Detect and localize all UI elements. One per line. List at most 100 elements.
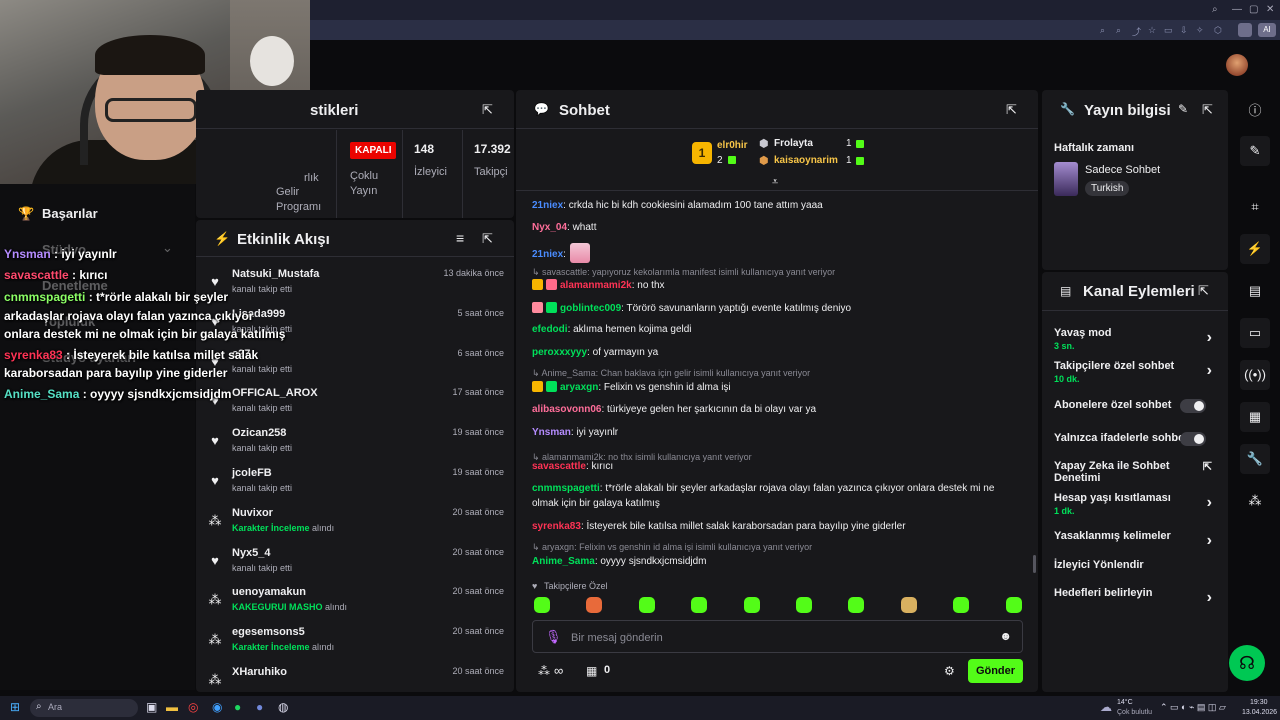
chat-username[interactable]: Anime_Sama [532,556,595,567]
activity-row[interactable]: ♥ OFFICAL_AROX kanalı takip etti 17 saat ön… [208,387,508,427]
emote-icon[interactable] [1005,597,1022,613]
chat-username[interactable]: peroxxxyyy [532,347,587,358]
popout-icon[interactable]: ⇱ [482,102,493,118]
download-icon[interactable]: ⇩ [1180,25,1188,36]
activity-username[interactable]: uenoyamakun [232,586,306,598]
chevron-right-icon[interactable]: › [1207,362,1212,380]
emote-icon[interactable] [953,597,970,613]
popout-icon[interactable]: ⇱ [1202,102,1213,118]
extension-badge-icon[interactable] [1238,23,1252,37]
chat-username[interactable]: Nyx_04 [532,222,567,233]
chat-message[interactable]: syrenka83: İsteyerek bile katılsa millet… [532,521,906,532]
chat-message[interactable]: alibasovonn06: türkiyeye gelen her şarkı… [532,404,816,415]
bookmark-icon[interactable]: ☆ [1148,25,1156,36]
channel-action-item[interactable]: Abonelere özel sohbet [1054,399,1218,413]
popout-icon[interactable]: ⇱ [1006,102,1017,118]
broadcast-icon[interactable]: ((•)) [1240,360,1270,390]
chat-message[interactable]: aryaxgn: Felixin vs genshin id alma işi [532,381,731,393]
emote-icon[interactable] [796,597,812,613]
chat-message[interactable]: 21niex: [532,243,590,263]
activity-row[interactable]: ♥ Natsuki_Mustafa kanalı takip etti 13 daki… [208,268,508,308]
chat-username[interactable]: efedodi [532,324,568,335]
chat-scrollbar[interactable] [1033,555,1036,573]
chevron-down-icon[interactable]: ⌄ [162,240,173,256]
chat-message[interactable]: alamanmami2k: no thx [532,279,665,291]
leader-second-name[interactable]: Frolayta [774,138,813,149]
channel-action-item[interactable]: Yapay Zeka ile Sohbet Denetimi ⇱ [1054,460,1218,484]
toggle-switch[interactable] [1180,432,1206,446]
sidebar-item-achievements[interactable]: Başarılar [42,206,98,221]
emote-icon[interactable] [691,597,708,613]
kicks-icon[interactable]: ⁂ [1240,486,1270,516]
leader-third-name[interactable]: kaisaoynarim [774,155,838,166]
opera-icon[interactable]: ◎ [188,700,198,714]
translate-icon[interactable]: ⌕ [1116,25,1121,36]
activity-username[interactable]: Nuvixor [232,507,273,519]
kicks-icon[interactable]: ⁂ [538,664,550,678]
discord-icon[interactable]: ● [256,700,263,714]
channel-action-item[interactable]: İzleyici Yönlendir [1054,559,1218,571]
chevron-right-icon[interactable]: › [1207,494,1212,512]
category-thumbnail[interactable] [1054,162,1078,196]
chat-username[interactable]: cnmmspagetti [532,483,600,494]
emote-icon[interactable] [848,597,865,613]
activity-username[interactable]: Natsuki_Mustafa [232,268,319,280]
ai-icon[interactable]: AI [1258,23,1276,37]
activity-username[interactable]: Nyx5_4 [232,547,271,559]
chat-message[interactable]: peroxxxyyy: of yarmayın ya [532,347,658,358]
chat-username[interactable]: syrenka83 [532,521,581,532]
channel-action-item[interactable]: Yasaklanmış kelimeler › [1054,530,1218,549]
maximize-icon[interactable]: ▢ [1249,4,1258,15]
channel-action-item[interactable]: Takipçilere özel sohbet 10 dk. › [1054,360,1218,384]
popout-icon[interactable]: ⇱ [1198,283,1209,299]
tray-icons[interactable]: ⌃ ▭ ◐ ⌁ ▤ ◫ ▱ [1160,702,1226,713]
chat-username[interactable]: savascattle [532,461,586,472]
chat-input-box[interactable]: 🎙 Bir mesaj gönderin ☻ [532,620,1023,653]
zoom-icon[interactable]: ⌕ [1100,25,1105,36]
chat-username[interactable]: goblintec009 [560,303,621,314]
extension-icon[interactable]: ⬡ [1214,25,1222,36]
file-explorer-icon[interactable]: ▬ [166,700,178,714]
chat-message[interactable]: goblintec009: Törörö savunanların yaptığ… [532,302,851,314]
emote-icon[interactable] [638,597,655,613]
activity-row[interactable]: ⁂ Nuvixor Karakter İnceleme alındı 20 saat … [208,507,508,547]
spotify-icon[interactable]: ● [234,700,241,714]
channel-actions-icon[interactable]: ▦ [1240,402,1270,432]
emote-icon[interactable] [900,597,917,613]
taskbar-search-input[interactable]: Ara [48,702,62,712]
chevron-right-icon[interactable]: › [1207,589,1212,607]
activity-row[interactable]: ♥ Ozican258 kanalı takip etti 19 saat önce [208,427,508,467]
close-icon[interactable]: ✕ [1266,4,1274,15]
emote-icon[interactable] [743,597,760,613]
microphone-icon[interactable]: 🎙 [545,629,562,645]
extensions-icon[interactable]: ✧ [1196,25,1204,36]
activity-username[interactable]: OFFICAL_AROX [232,387,318,399]
share-icon[interactable]: ⤴ [1132,25,1141,38]
chat-username[interactable]: 21niex [532,249,563,260]
filter-icon[interactable]: ≡ [456,230,464,246]
avatar[interactable] [1226,54,1248,76]
start-icon[interactable]: ⊞ [10,700,20,714]
activity-username[interactable]: XHaruhiko [232,666,287,678]
pencil-icon[interactable]: ✎ [1240,136,1270,166]
taskbar-search[interactable]: ⌕ Ara [30,699,138,717]
browser-icon[interactable]: ◉ [212,700,222,714]
chat-bubble-icon[interactable]: ▭ [1240,318,1270,348]
pencil-icon[interactable]: ✎ [1178,102,1188,116]
minimize-icon[interactable]: — [1232,4,1242,15]
activity-row[interactable]: ⁂ egesemsons5 Karakter İnceleme alındı 20 s… [208,626,508,666]
chat-message[interactable]: savascattle: kırıcı [532,461,613,472]
channel-action-item[interactable]: Yalnızca ifadelerle sohbet [1054,432,1218,446]
chat-message[interactable]: Nyx_04: whatt [532,222,597,233]
channel-action-item[interactable]: Hedefleri belirleyin › [1054,587,1218,606]
emote-icon[interactable] [586,597,603,613]
activity-row[interactable]: ⁂ uenoyamakun KAKEGURUI MASHO alındı 20 saa… [208,586,508,626]
document-icon[interactable]: ▤ [1240,276,1270,306]
clip-icon[interactable]: ⌗ [1240,192,1270,222]
category-name[interactable]: Sadece Sohbet [1085,164,1160,176]
popout-icon[interactable]: ⇱ [482,231,493,247]
chevron-down-icon[interactable]: ⩡ [772,176,778,189]
task-view-icon[interactable]: ▣ [146,700,157,714]
chevron-right-icon[interactable]: › [1207,532,1212,550]
bolt-icon[interactable]: ⚡ [1240,234,1270,264]
